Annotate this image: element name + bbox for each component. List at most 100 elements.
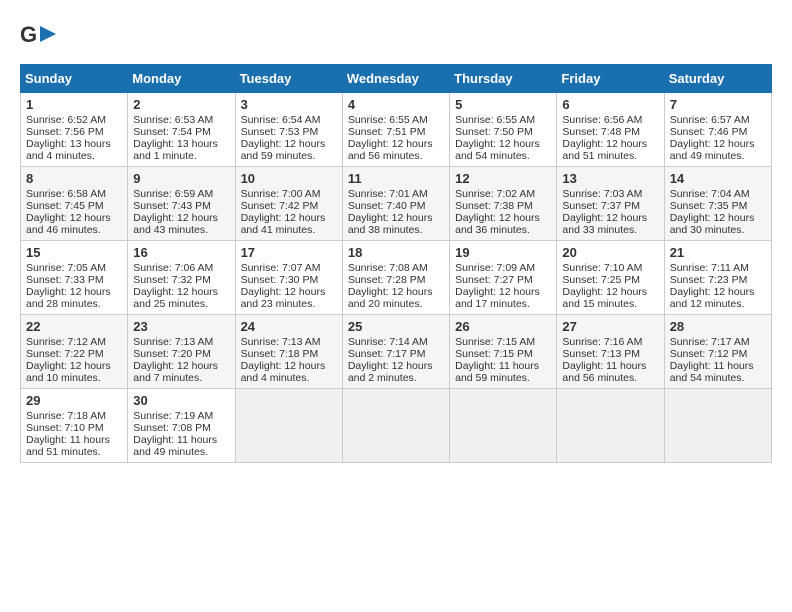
sunset-text: Sunset: 7:45 PM	[26, 200, 104, 212]
daylight-text: Daylight: 12 hours and 38 minutes.	[348, 212, 433, 236]
day-number: 26	[455, 319, 551, 334]
calendar-cell: 5Sunrise: 6:55 AMSunset: 7:50 PMDaylight…	[450, 93, 557, 167]
sunrise-text: Sunrise: 7:05 AM	[26, 262, 106, 274]
day-number: 1	[26, 97, 122, 112]
sunrise-text: Sunrise: 6:54 AM	[241, 114, 321, 126]
sunset-text: Sunset: 7:40 PM	[348, 200, 426, 212]
sunset-text: Sunset: 7:51 PM	[348, 126, 426, 138]
sunrise-text: Sunrise: 7:10 AM	[562, 262, 642, 274]
day-number: 18	[348, 245, 444, 260]
daylight-text: Daylight: 12 hours and 7 minutes.	[133, 360, 218, 384]
sunrise-text: Sunrise: 7:09 AM	[455, 262, 535, 274]
day-number: 23	[133, 319, 229, 334]
page-header: G	[20, 20, 772, 48]
col-friday: Friday	[557, 65, 664, 93]
sunset-text: Sunset: 7:22 PM	[26, 348, 104, 360]
calendar-cell: 2Sunrise: 6:53 AMSunset: 7:54 PMDaylight…	[128, 93, 235, 167]
calendar-cell: 10Sunrise: 7:00 AMSunset: 7:42 PMDayligh…	[235, 167, 342, 241]
day-number: 29	[26, 393, 122, 408]
day-number: 3	[241, 97, 337, 112]
sunrise-text: Sunrise: 7:08 AM	[348, 262, 428, 274]
sunset-text: Sunset: 7:08 PM	[133, 422, 211, 434]
sunset-text: Sunset: 7:28 PM	[348, 274, 426, 286]
sunset-text: Sunset: 7:12 PM	[670, 348, 748, 360]
daylight-text: Daylight: 12 hours and 49 minutes.	[670, 138, 755, 162]
col-tuesday: Tuesday	[235, 65, 342, 93]
col-monday: Monday	[128, 65, 235, 93]
calendar-cell: 8Sunrise: 6:58 AMSunset: 7:45 PMDaylight…	[21, 167, 128, 241]
calendar-cell: 17Sunrise: 7:07 AMSunset: 7:30 PMDayligh…	[235, 241, 342, 315]
day-number: 13	[562, 171, 658, 186]
day-number: 16	[133, 245, 229, 260]
daylight-text: Daylight: 12 hours and 51 minutes.	[562, 138, 647, 162]
logo-icon: G	[20, 20, 56, 48]
calendar-cell: 26Sunrise: 7:15 AMSunset: 7:15 PMDayligh…	[450, 315, 557, 389]
day-number: 15	[26, 245, 122, 260]
calendar-cell: 30Sunrise: 7:19 AMSunset: 7:08 PMDayligh…	[128, 389, 235, 463]
daylight-text: Daylight: 12 hours and 41 minutes.	[241, 212, 326, 236]
day-number: 9	[133, 171, 229, 186]
calendar-cell: 6Sunrise: 6:56 AMSunset: 7:48 PMDaylight…	[557, 93, 664, 167]
sunset-text: Sunset: 7:35 PM	[670, 200, 748, 212]
sunset-text: Sunset: 7:20 PM	[133, 348, 211, 360]
day-number: 5	[455, 97, 551, 112]
daylight-text: Daylight: 12 hours and 36 minutes.	[455, 212, 540, 236]
sunset-text: Sunset: 7:30 PM	[241, 274, 319, 286]
sunrise-text: Sunrise: 7:01 AM	[348, 188, 428, 200]
calendar-cell: 11Sunrise: 7:01 AMSunset: 7:40 PMDayligh…	[342, 167, 449, 241]
sunrise-text: Sunrise: 7:02 AM	[455, 188, 535, 200]
calendar-cell: 1Sunrise: 6:52 AMSunset: 7:56 PMDaylight…	[21, 93, 128, 167]
daylight-text: Daylight: 12 hours and 33 minutes.	[562, 212, 647, 236]
sunrise-text: Sunrise: 7:13 AM	[241, 336, 321, 348]
sunrise-text: Sunrise: 6:52 AM	[26, 114, 106, 126]
day-number: 7	[670, 97, 766, 112]
sunset-text: Sunset: 7:27 PM	[455, 274, 533, 286]
calendar-cell	[450, 389, 557, 463]
day-number: 25	[348, 319, 444, 334]
sunrise-text: Sunrise: 6:58 AM	[26, 188, 106, 200]
day-number: 4	[348, 97, 444, 112]
calendar-cell: 24Sunrise: 7:13 AMSunset: 7:18 PMDayligh…	[235, 315, 342, 389]
calendar-cell: 15 Sunrise: 7:05 AMSunset: 7:33 PMDayligh…	[21, 241, 128, 315]
sunset-text: Sunset: 7:17 PM	[348, 348, 426, 360]
sunset-text: Sunset: 7:37 PM	[562, 200, 640, 212]
sunset-text: Sunset: 7:10 PM	[26, 422, 104, 434]
sunrise-text: Sunrise: 6:55 AM	[455, 114, 535, 126]
day-number: 24	[241, 319, 337, 334]
calendar-cell: 27Sunrise: 7:16 AMSunset: 7:13 PMDayligh…	[557, 315, 664, 389]
daylight-text: Daylight: 12 hours and 28 minutes.	[26, 286, 111, 310]
day-number: 22	[26, 319, 122, 334]
daylight-text: Daylight: 11 hours and 51 minutes.	[26, 434, 110, 458]
sunset-text: Sunset: 7:54 PM	[133, 126, 211, 138]
sunset-text: Sunset: 7:43 PM	[133, 200, 211, 212]
daylight-text: Daylight: 12 hours and 20 minutes.	[348, 286, 433, 310]
sunrise-text: Sunrise: 7:03 AM	[562, 188, 642, 200]
day-number: 21	[670, 245, 766, 260]
sunrise-text: Sunrise: 7:04 AM	[670, 188, 750, 200]
calendar-cell: 14Sunrise: 7:04 AMSunset: 7:35 PMDayligh…	[664, 167, 771, 241]
day-number: 19	[455, 245, 551, 260]
daylight-text: Daylight: 12 hours and 54 minutes.	[455, 138, 540, 162]
calendar-cell: 28Sunrise: 7:17 AMSunset: 7:12 PMDayligh…	[664, 315, 771, 389]
col-wednesday: Wednesday	[342, 65, 449, 93]
daylight-text: Daylight: 12 hours and 15 minutes.	[562, 286, 647, 310]
calendar-cell	[557, 389, 664, 463]
sunrise-text: Sunrise: 7:18 AM	[26, 410, 106, 422]
sunset-text: Sunset: 7:18 PM	[241, 348, 319, 360]
daylight-text: Daylight: 12 hours and 43 minutes.	[133, 212, 218, 236]
sunrise-text: Sunrise: 6:57 AM	[670, 114, 750, 126]
sunrise-text: Sunrise: 7:13 AM	[133, 336, 213, 348]
calendar-week-5: 29 Sunrise: 7:18 AMSunset: 7:10 PMDayligh…	[21, 389, 772, 463]
sunrise-text: Sunrise: 6:53 AM	[133, 114, 213, 126]
daylight-text: Daylight: 11 hours and 59 minutes.	[455, 360, 539, 384]
day-number: 17	[241, 245, 337, 260]
calendar-cell: 7Sunrise: 6:57 AMSunset: 7:46 PMDaylight…	[664, 93, 771, 167]
daylight-text: Daylight: 13 hours and 1 minute.	[133, 138, 218, 162]
calendar-cell: 4Sunrise: 6:55 AMSunset: 7:51 PMDaylight…	[342, 93, 449, 167]
logo: G	[20, 20, 60, 48]
sunrise-text: Sunrise: 7:11 AM	[670, 262, 749, 274]
sunset-text: Sunset: 7:33 PM	[26, 274, 104, 286]
sunset-text: Sunset: 7:25 PM	[562, 274, 640, 286]
sunset-text: Sunset: 7:48 PM	[562, 126, 640, 138]
sunrise-text: Sunrise: 6:59 AM	[133, 188, 213, 200]
